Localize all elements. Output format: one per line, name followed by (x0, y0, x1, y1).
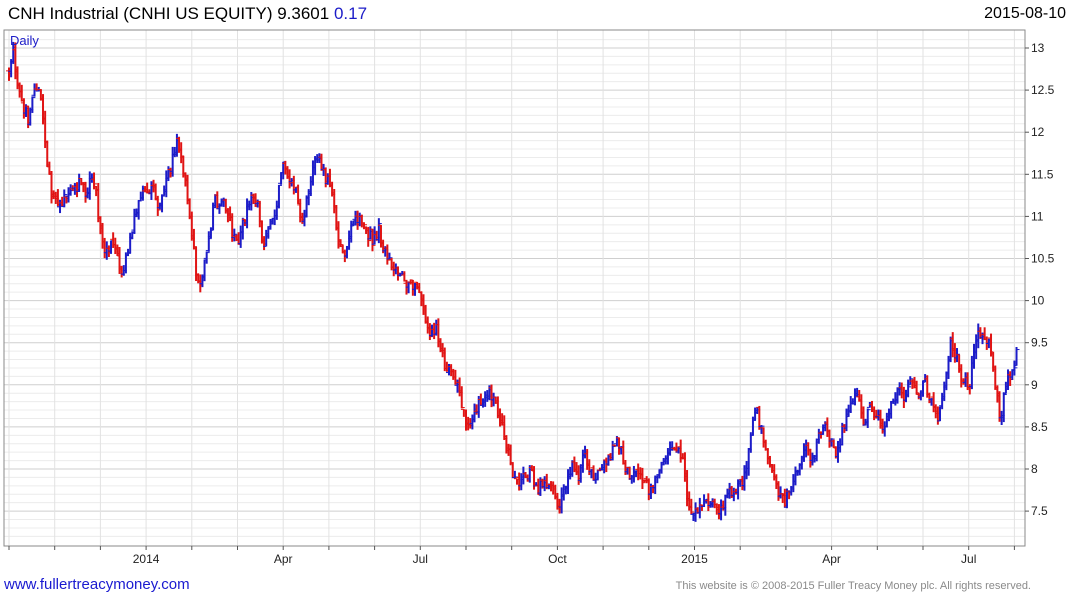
y-tick-label: 11 (1031, 209, 1044, 223)
x-tick-label: Apr (822, 552, 841, 566)
y-tick-label: 9.5 (1031, 336, 1048, 350)
x-tick-label: Jul (961, 552, 976, 566)
copyright-notice: This website is © 2008-2015 Fuller Treac… (675, 580, 1031, 592)
x-tick-label: Oct (548, 552, 567, 566)
y-tick-label: 12 (1031, 125, 1045, 139)
y-tick-label: 9 (1031, 378, 1038, 392)
price-bars (6, 41, 1020, 522)
website-link[interactable]: www.fullertreacymoney.com (4, 576, 190, 593)
y-tick-label: 10.5 (1031, 252, 1055, 266)
x-tick-label: 2014 (133, 552, 160, 566)
chart-area: 7.5 8 8.5 9 9.5 10 10.5 11 11.5 12 12.5 13 2014 Apr J… (3, 29, 1055, 566)
y-tick-label: 7.5 (1031, 504, 1048, 518)
x-tick-label: 2015 (681, 552, 708, 566)
ohlc-bar (1000, 392, 1007, 423)
period-label: Daily (10, 33, 39, 48)
x-axis: 2014 Apr Jul Oct 2015 Apr Jul (8, 546, 1015, 566)
y-tick-label: 11.5 (1031, 167, 1054, 181)
grid-lines (4, 30, 1025, 546)
x-tick-label: Apr (274, 552, 293, 566)
y-tick-label: 10 (1031, 294, 1045, 308)
x-tick-label: Jul (413, 552, 428, 566)
y-axis: 7.5 8 8.5 9 9.5 10 10.5 11 11.5 12 12.5 13 (1025, 41, 1055, 518)
y-tick-label: 8.5 (1031, 420, 1048, 434)
y-tick-label: 12.5 (1031, 83, 1055, 97)
y-tick-label: 13 (1031, 41, 1045, 55)
y-tick-label: 8 (1031, 462, 1038, 476)
